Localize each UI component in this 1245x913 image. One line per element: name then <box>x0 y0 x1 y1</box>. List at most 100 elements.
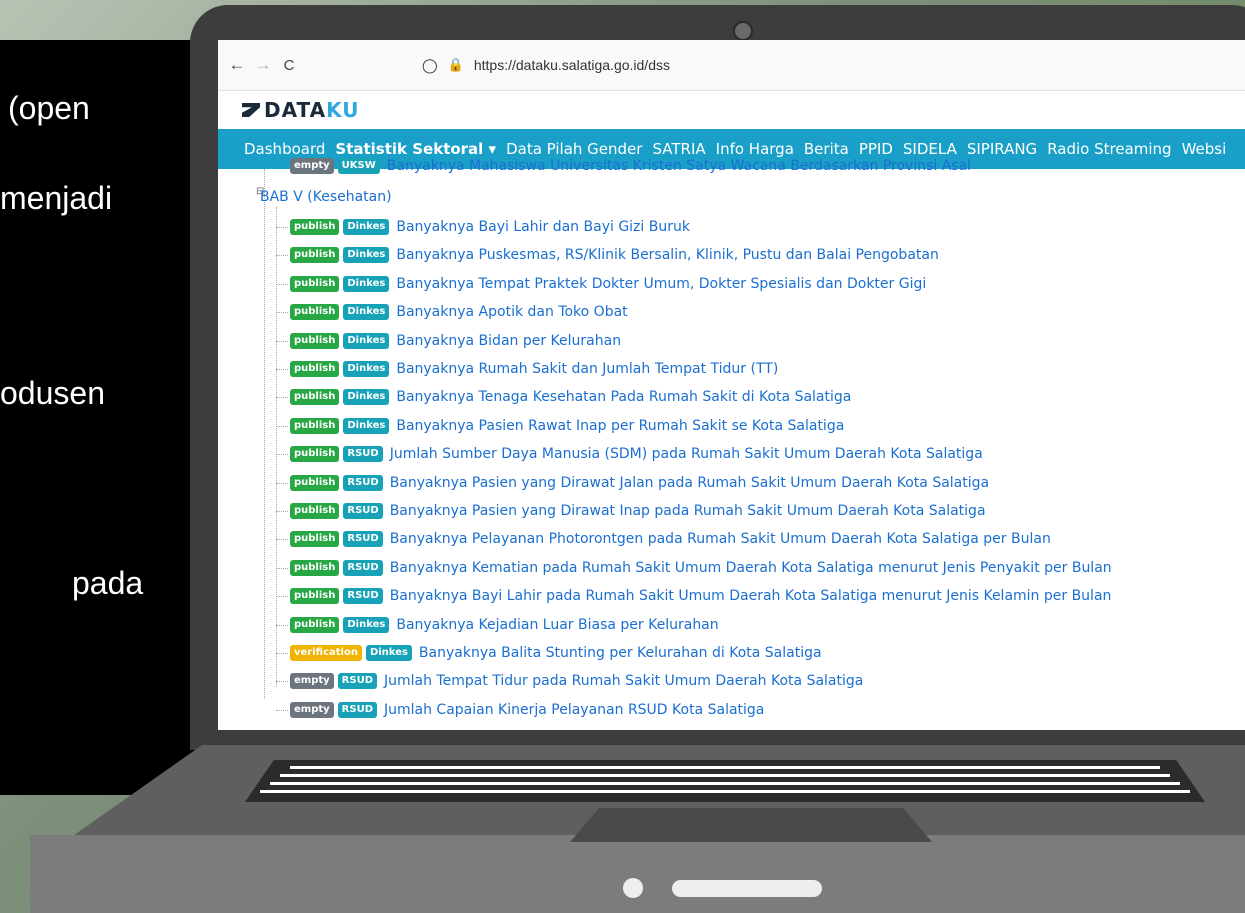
dataset-link[interactable]: Banyaknya Tempat Praktek Dokter Umum, Do… <box>396 276 926 292</box>
tree-connector <box>276 511 288 512</box>
org-badge: Dinkes <box>343 304 390 321</box>
tree-guide-line <box>264 169 265 699</box>
laptop-trackpad <box>570 808 932 842</box>
dataset-link[interactable]: Banyaknya Bidan per Kelurahan <box>396 333 621 349</box>
status-badge: publish <box>290 275 340 292</box>
dataset-link[interactable]: Banyaknya Pasien Rawat Inap per Rumah Sa… <box>396 418 844 434</box>
slide-line-1: (open <box>8 90 90 126</box>
status-badge: publish <box>290 332 340 349</box>
dataset-link[interactable]: Banyaknya Kematian pada Rumah Sakit Umum… <box>390 560 1112 576</box>
browser-toolbar: ← → C ◯ 🔒 https://dataku.salatiga.go.id/… <box>218 40 1245 91</box>
status-badge: verification <box>290 645 362 661</box>
tree-row[interactable]: empty RSUD Jumlah Capaian Kinerja Pelayana… <box>276 699 764 721</box>
tree-row[interactable]: publish RSUD Banyaknya Pasien yang Dirawat… <box>276 500 986 522</box>
keyboard-row <box>290 766 1160 769</box>
forward-arrow-icon[interactable]: → <box>250 55 276 75</box>
dataset-link[interactable]: Banyaknya Puskesmas, RS/Klinik Bersalin,… <box>396 247 939 263</box>
dataset-link[interactable]: Banyaknya Rumah Sakit dan Jumlah Tempat … <box>396 361 778 377</box>
nav-item-website[interactable]: Websi <box>1182 140 1227 158</box>
dataset-link[interactable]: Banyaknya Apotik dan Toko Obat <box>396 304 627 320</box>
tree-row[interactable]: publish Dinkes Banyaknya Kejadian Luar Bia… <box>276 614 719 636</box>
status-badge: publish <box>290 588 340 605</box>
slide-line-3: odusen <box>0 375 105 411</box>
laptop-keyboard <box>245 760 1205 802</box>
org-badge: Dinkes <box>343 361 390 377</box>
dataset-link[interactable]: Banyaknya Balita Stunting per Kelurahan … <box>419 645 822 661</box>
org-badge: Dinkes <box>365 645 412 661</box>
org-badge: UKSW <box>337 158 380 174</box>
dataset-link[interactable]: Jumlah Tempat Tidur pada Rumah Sakit Umu… <box>384 673 863 689</box>
tree-row[interactable]: empty RSUD Jumlah Tempat Tidur pada Rumah … <box>276 670 863 692</box>
dataset-link[interactable]: Banyaknya Tenaga Kesehatan Pada Rumah Sa… <box>396 389 851 405</box>
tree-row[interactable]: verification Dinkes Banyaknya Balita Stunt… <box>276 642 822 664</box>
tree-connector <box>276 454 288 456</box>
status-badge: empty <box>290 158 334 174</box>
tree-row[interactable]: publish RSUD Banyaknya Bayi Lahir pada Rum… <box>276 585 1112 607</box>
url-text: https://dataku.salatiga.go.id/dss <box>473 57 670 73</box>
logo-accent: KU <box>326 98 360 122</box>
laptop-screen: ← → C ◯ 🔒 https://dataku.salatiga.go.id/… <box>218 40 1245 730</box>
tree-row[interactable]: publish Dinkes Banyaknya Pasien Rawat Inap… <box>276 415 844 437</box>
tree-connector <box>276 539 288 541</box>
dataset-link[interactable]: Banyaknya Mahasiswa Universitas Kristen … <box>387 158 971 174</box>
tree-row[interactable]: publish Dinkes Banyaknya Bidan per Kelurah… <box>276 330 621 352</box>
tree-row[interactable]: publish Dinkes Banyaknya Rumah Sakit dan J… <box>276 358 778 380</box>
power-led-icon <box>623 878 643 898</box>
org-badge: RSUD <box>343 588 383 605</box>
org-badge: RSUD <box>343 474 383 491</box>
dataset-link[interactable]: Banyaknya Pasien yang Dirawat Inap pada … <box>390 503 986 519</box>
site-logo[interactable]: DATAKU <box>264 98 360 122</box>
org-badge: RSUD <box>343 503 383 519</box>
address-bar[interactable]: ◯ 🔒 https://dataku.salatiga.go.id/dss <box>422 57 670 74</box>
org-badge: Dinkes <box>343 247 390 264</box>
org-badge: RSUD <box>337 701 377 718</box>
dataku-logo-icon <box>242 103 260 117</box>
laptop-front <box>30 835 1245 913</box>
dataset-link[interactable]: Banyaknya Bayi Lahir dan Bayi Gizi Buruk <box>396 219 690 235</box>
status-badge: publish <box>290 616 340 633</box>
tree-row[interactable]: publish RSUD Jumlah Sumber Daya Manusia (S… <box>276 443 983 465</box>
tree-row[interactable]: publish Dinkes Banyaknya Apotik dan Toko O… <box>276 301 628 323</box>
tree-row[interactable]: publish Dinkes Banyaknya Tenaga Kesehatan … <box>276 386 851 408</box>
site-header: DATAKU <box>218 91 1245 129</box>
slide-line-4: pada <box>72 565 144 601</box>
tree-connector <box>276 397 288 399</box>
tree-row-prev[interactable]: empty UKSW Banyaknya Mahasiswa Universit… <box>290 155 971 177</box>
org-badge: RSUD <box>337 673 377 690</box>
tree-connector <box>276 283 288 285</box>
dataset-link[interactable]: Banyaknya Kejadian Luar Biasa per Kelura… <box>396 617 718 633</box>
back-arrow-icon[interactable]: ← <box>224 55 250 75</box>
tree-connector <box>276 340 288 342</box>
tree-connector <box>276 653 288 654</box>
dataset-link[interactable]: Banyaknya Bayi Lahir pada Rumah Sakit Um… <box>390 588 1112 604</box>
tree-row[interactable]: publish RSUD Banyaknya Pelayanan Photoront… <box>276 528 1051 550</box>
status-badge: publish <box>290 247 340 264</box>
tree-row[interactable]: publish Dinkes Banyaknya Tempat Praktek Do… <box>276 273 926 295</box>
tree-row[interactable]: publish RSUD Banyaknya Pasien yang Dirawat… <box>276 472 989 494</box>
status-badge: publish <box>290 304 340 321</box>
section-title[interactable]: BAB V (Kesehatan) <box>260 189 392 205</box>
status-badge: publish <box>290 389 340 406</box>
org-badge: RSUD <box>343 446 383 463</box>
status-badge: publish <box>290 531 340 548</box>
nav-item-radio-streaming[interactable]: Radio Streaming <box>1047 140 1171 158</box>
dataset-link[interactable]: Jumlah Capaian Kinerja Pelayanan RSUD Ko… <box>384 702 764 718</box>
tree-row[interactable]: publish Dinkes Banyaknya Puskesmas, RS/Kli… <box>276 244 939 266</box>
dataset-link[interactable]: Banyaknya Pelayanan Photorontgen pada Ru… <box>390 531 1051 547</box>
tree-row[interactable]: publish RSUD Banyaknya Kematian pada Rumah… <box>276 557 1112 579</box>
dataset-link[interactable]: Jumlah Sumber Daya Manusia (SDM) pada Ru… <box>390 446 983 462</box>
status-badge: publish <box>290 417 340 434</box>
reload-icon[interactable]: C <box>276 57 302 74</box>
nav-item-sipirang[interactable]: SIPIRANG <box>967 140 1037 158</box>
status-badge: empty <box>290 673 334 690</box>
logo-main: DATA <box>264 98 327 122</box>
keyboard-row <box>260 790 1190 793</box>
tree-row[interactable]: publish Dinkes Banyaknya Bayi Lahir dan Ba… <box>276 216 690 238</box>
dataset-link[interactable]: Banyaknya Pasien yang Dirawat Jalan pada… <box>390 475 989 491</box>
tree-connector <box>276 624 288 626</box>
tree-connector <box>276 255 288 257</box>
tracking-shield-icon: ◯ <box>422 56 438 73</box>
status-badge: publish <box>290 559 340 576</box>
tree-connector <box>276 369 288 370</box>
tree-guide-line <box>276 207 277 687</box>
